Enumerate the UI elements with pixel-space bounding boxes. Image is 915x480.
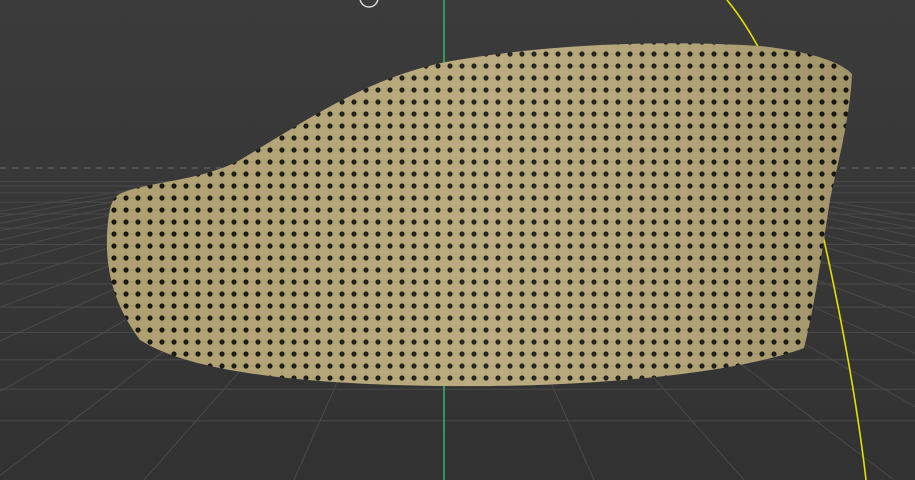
viewport-scene[interactable] — [0, 0, 915, 480]
3d-viewport[interactable] — [0, 0, 915, 480]
